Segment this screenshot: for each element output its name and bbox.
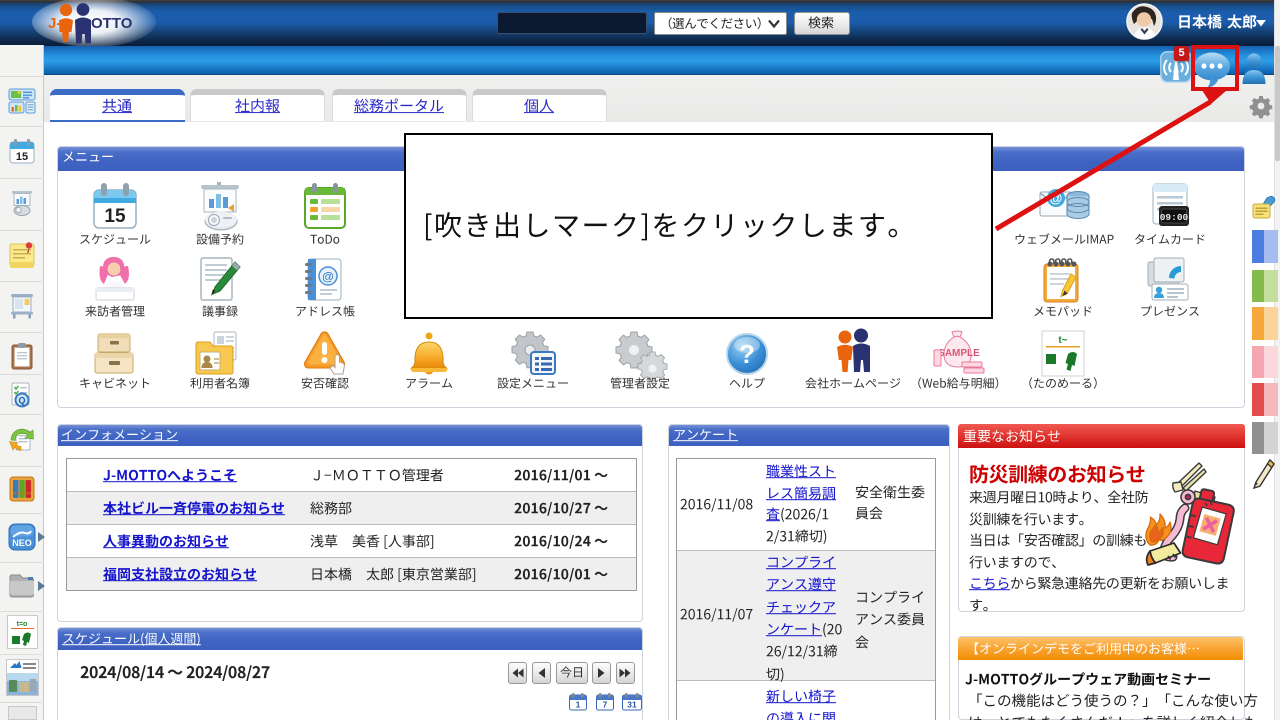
svg-text:SAMPLE: SAMPLE: [938, 348, 980, 359]
svg-text:@: @: [322, 270, 334, 284]
svg-text:?: ?: [739, 339, 755, 369]
svg-text:@: @: [1050, 191, 1063, 206]
svg-text:NEO: NEO: [12, 538, 32, 548]
svg-text:1: 1: [576, 700, 581, 710]
svg-text:Q: Q: [18, 396, 25, 406]
svg-text:t=o: t=o: [17, 621, 28, 628]
svg-text:09:00: 09:00: [1160, 212, 1189, 223]
svg-text:15: 15: [104, 206, 126, 227]
svg-text:31: 31: [627, 700, 637, 710]
svg-text:t~: t~: [1058, 335, 1067, 346]
svg-text:15: 15: [16, 151, 28, 163]
svg-text:7: 7: [603, 700, 608, 710]
